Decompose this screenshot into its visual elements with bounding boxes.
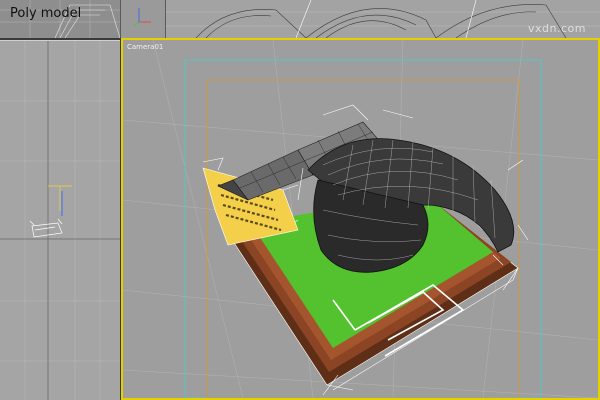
camera-gizmo [48, 185, 72, 216]
scene-render [123, 40, 598, 398]
model-side-view [29, 218, 63, 238]
3d-app-window: Poly model vxdn.com Camera01 [0, 0, 600, 400]
axis-gizmo [133, 8, 151, 27]
viewport-grid [0, 41, 120, 400]
whistle [297, 104, 529, 273]
viewport-perspective[interactable]: Camera01 [121, 38, 600, 400]
viewport-top-middle[interactable] [121, 0, 166, 38]
app-title: Poly model [10, 6, 82, 21]
viewport-label[interactable]: Camera01 [127, 43, 163, 51]
viewport-left[interactable] [0, 40, 120, 400]
watermark: vxdn.com [528, 22, 586, 35]
